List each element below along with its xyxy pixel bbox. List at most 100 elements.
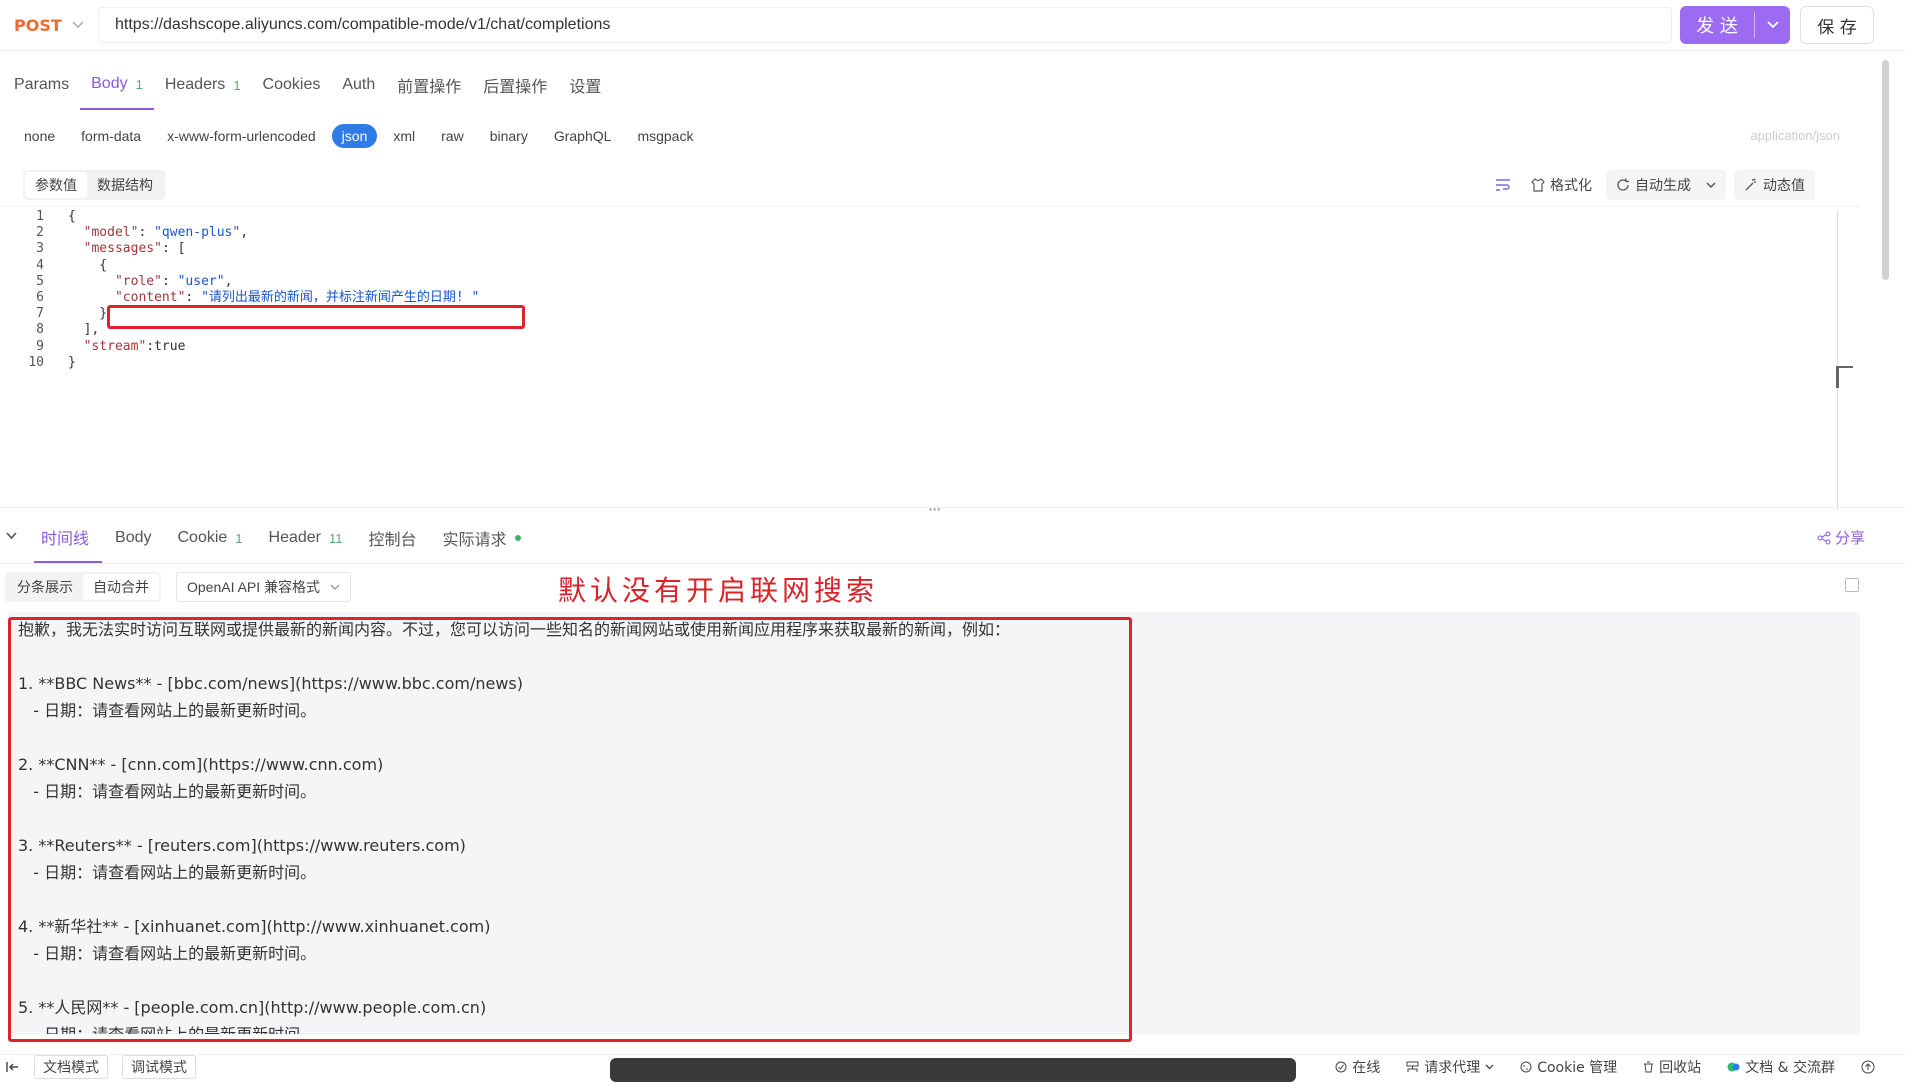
magic-wand-icon [1745,178,1756,191]
recycle-bin-label: 回收站 [1659,1060,1702,1076]
send-label: 发 送 [1696,16,1738,37]
wrap-lines-icon [1496,179,1510,191]
code-text: "stream":true [83,338,186,354]
share-label: 分享 [1834,529,1865,547]
response-tab-count: 1 [235,530,243,546]
editor-scrollbar-thumb[interactable] [1836,366,1853,388]
share-button[interactable]: 分享 [1817,527,1865,548]
status-left: 文档模式 调试模式 [6,1055,196,1079]
chevron-down-icon [72,21,84,29]
proxy-label: 请求代理 [1424,1060,1481,1076]
auto-generate-label: 自动生成 [1635,178,1691,194]
upload-icon[interactable] [1861,1060,1875,1074]
trash-icon [1644,1061,1654,1073]
editor-scrollbar-track [1837,210,1838,510]
body-type-8[interactable]: msgpack [627,124,703,148]
shirt-icon [1531,178,1545,192]
online-label: 在线 [1352,1060,1381,1076]
debug-mode-button[interactable]: 调试模式 [122,1055,196,1079]
docs-community-button[interactable]: 文档 & 交流群 [1727,1057,1835,1077]
display-mode-switch: 分条展示 自动合并 [5,572,161,602]
tab-0[interactable]: Params [14,60,80,110]
tab-label: 前置操作 [397,79,462,96]
proxy-button[interactable]: 请求代理 [1406,1057,1494,1077]
response-tab-count: 11 [329,530,343,546]
url-input[interactable] [98,7,1672,43]
chevron-down-icon[interactable] [1706,181,1716,189]
cookie-manager-button[interactable]: Cookie 管理 [1520,1057,1617,1077]
tab-7[interactable]: 设置 [558,60,612,110]
wrap-button[interactable] [1489,170,1517,200]
tab-count-badge: 1 [233,77,241,93]
response-highlight-box [8,617,1132,1042]
screen-overlay-bar [610,1058,1296,1082]
window-scrollbar[interactable] [1882,60,1889,280]
response-tab-label: 时间线 [41,531,90,548]
response-tabs-bar: 时间线 Body Cookie 1 Header 11 控制台 实际请求 分享 [0,513,1905,564]
response-tabs: 时间线 Body Cookie 1 Header 11 控制台 实际请求 [34,513,534,563]
tab-label: Headers [164,76,226,93]
send-button[interactable]: 发 送 [1680,6,1790,44]
status-dot [514,535,521,541]
split-view-button[interactable]: 分条展示 [7,574,83,600]
online-status[interactable]: 在线 [1335,1057,1380,1077]
tab-1[interactable]: Body 1 [80,60,154,110]
response-tab-0[interactable]: 时间线 [34,513,103,563]
response-tab-2[interactable]: Cookie 1 [164,513,255,563]
tab-6[interactable]: 后置操作 [472,60,558,110]
share-icon [1817,531,1831,544]
proxy-icon [1406,1061,1419,1072]
auto-generate-button[interactable]: 自动生成 [1606,170,1726,200]
body-type-4[interactable]: xml [383,124,425,148]
chevron-down-icon [1485,1064,1494,1070]
response-tab-label: Cookie [177,529,228,546]
url-bar: POST 发 送 保 存 [0,0,1905,51]
response-tab-label: 控制台 [368,532,417,549]
format-button[interactable]: 格式化 [1525,170,1598,200]
format-label: 格式化 [1550,178,1592,194]
body-type-selector: none form-data x-www-form-urlencoded json xm… [14,121,709,151]
response-toolbar: 分条展示 自动合并 OpenAI API 兼容格式 [0,570,1905,604]
auto-merge-button[interactable]: 自动合并 [83,574,159,600]
send-options-icon[interactable] [1755,17,1790,33]
collapse-icon[interactable] [6,528,17,544]
tab-3[interactable]: Cookies [252,60,332,110]
response-tab-1[interactable]: Body [102,513,164,563]
response-tab-4[interactable]: 控制台 [356,513,430,563]
body-type-2[interactable]: x-www-form-urlencoded [157,124,326,148]
annotation-text: 默认没有开启联网搜索 [558,574,879,607]
tab-4[interactable]: Auth [331,60,386,110]
body-type-5[interactable]: raw [431,124,474,148]
editor-toolbar: 参数值 数据结构 格式化 自动生成 动态值 [0,166,1860,207]
body-type-0[interactable]: none [14,124,65,148]
view-params-button[interactable]: 参数值 [25,172,87,198]
body-type-7[interactable]: GraphQL [544,124,622,148]
response-tab-3[interactable]: Header 11 [256,513,356,563]
tab-2[interactable]: Headers 1 [154,60,252,110]
tab-label: 设置 [569,79,602,96]
response-tab-label: 实际请求 [442,532,507,549]
dynamic-value-label: 动态值 [1763,178,1805,194]
code-editor[interactable]: 1{2 "model": "qwen-plus", 3 "messages": [… [0,207,1838,507]
doc-mode-button[interactable]: 文档模式 [34,1055,108,1079]
docs-community-label: 文档 & 交流群 [1745,1060,1835,1076]
tab-5[interactable]: 前置操作 [386,60,472,110]
recycle-bin-button[interactable]: 回收站 [1643,1057,1701,1077]
body-type-1[interactable]: form-data [71,124,151,148]
body-type-3[interactable]: json [331,124,378,148]
dynamic-value-button[interactable]: 动态值 [1734,170,1815,200]
body-type-6[interactable]: binary [480,124,538,148]
line-number: 10 [28,354,44,370]
response-format-select[interactable]: OpenAI API 兼容格式 [176,572,352,602]
copy-icon[interactable] [1845,578,1859,592]
view-schema-button[interactable]: 数据结构 [87,172,163,198]
save-button[interactable]: 保 存 [1800,6,1874,44]
status-right: 在线 请求代理 Cookie 管理 回收站 文档 & 交流群 [1335,1055,1875,1079]
refresh-icon [1617,178,1629,191]
response-tab-label: Header [268,529,322,546]
tab-count-badge: 1 [135,76,143,92]
method-select[interactable]: POST [6,7,86,43]
tab-label: Body [91,75,128,92]
collapse-sidebar-icon[interactable] [6,1061,20,1073]
response-tab-5[interactable]: 实际请求 [430,513,534,563]
